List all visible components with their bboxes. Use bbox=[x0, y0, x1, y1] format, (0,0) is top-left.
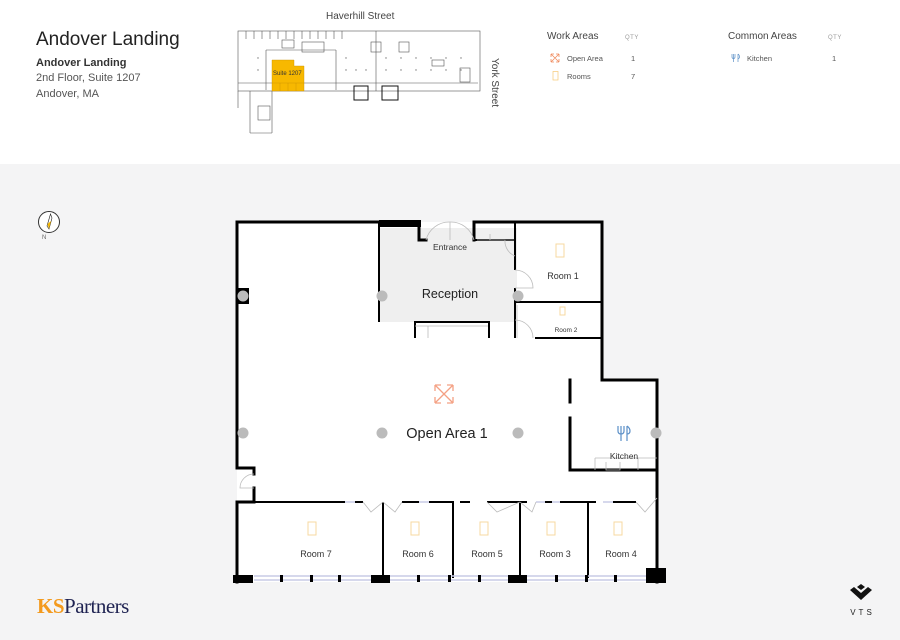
room6-label: Room 6 bbox=[402, 549, 434, 559]
logo-partners-text: Partners bbox=[64, 594, 129, 618]
open-area-label: Open Area 1 bbox=[406, 426, 487, 442]
floorplan: Entrance Reception Open Area 1 Kitchen R… bbox=[233, 220, 666, 584]
reception-label: Reception bbox=[422, 287, 478, 301]
entrance-label: Entrance bbox=[433, 242, 467, 252]
room4-label: Room 4 bbox=[605, 549, 637, 559]
room1-label: Room 1 bbox=[547, 271, 579, 281]
room5-label: Room 5 bbox=[471, 549, 503, 559]
vts-logo-icon bbox=[850, 584, 872, 600]
vts-logo-text: VTS bbox=[850, 608, 875, 617]
logo-ks-text: KS bbox=[37, 594, 65, 618]
vts-logo: VTS bbox=[843, 584, 879, 617]
room7-label: Room 7 bbox=[300, 549, 332, 559]
ks-partners-logo: KSPartners bbox=[37, 594, 129, 619]
kitchen-label: Kitchen bbox=[610, 451, 639, 461]
room3-label: Room 3 bbox=[539, 549, 571, 559]
room2-label: Room 2 bbox=[555, 327, 578, 334]
